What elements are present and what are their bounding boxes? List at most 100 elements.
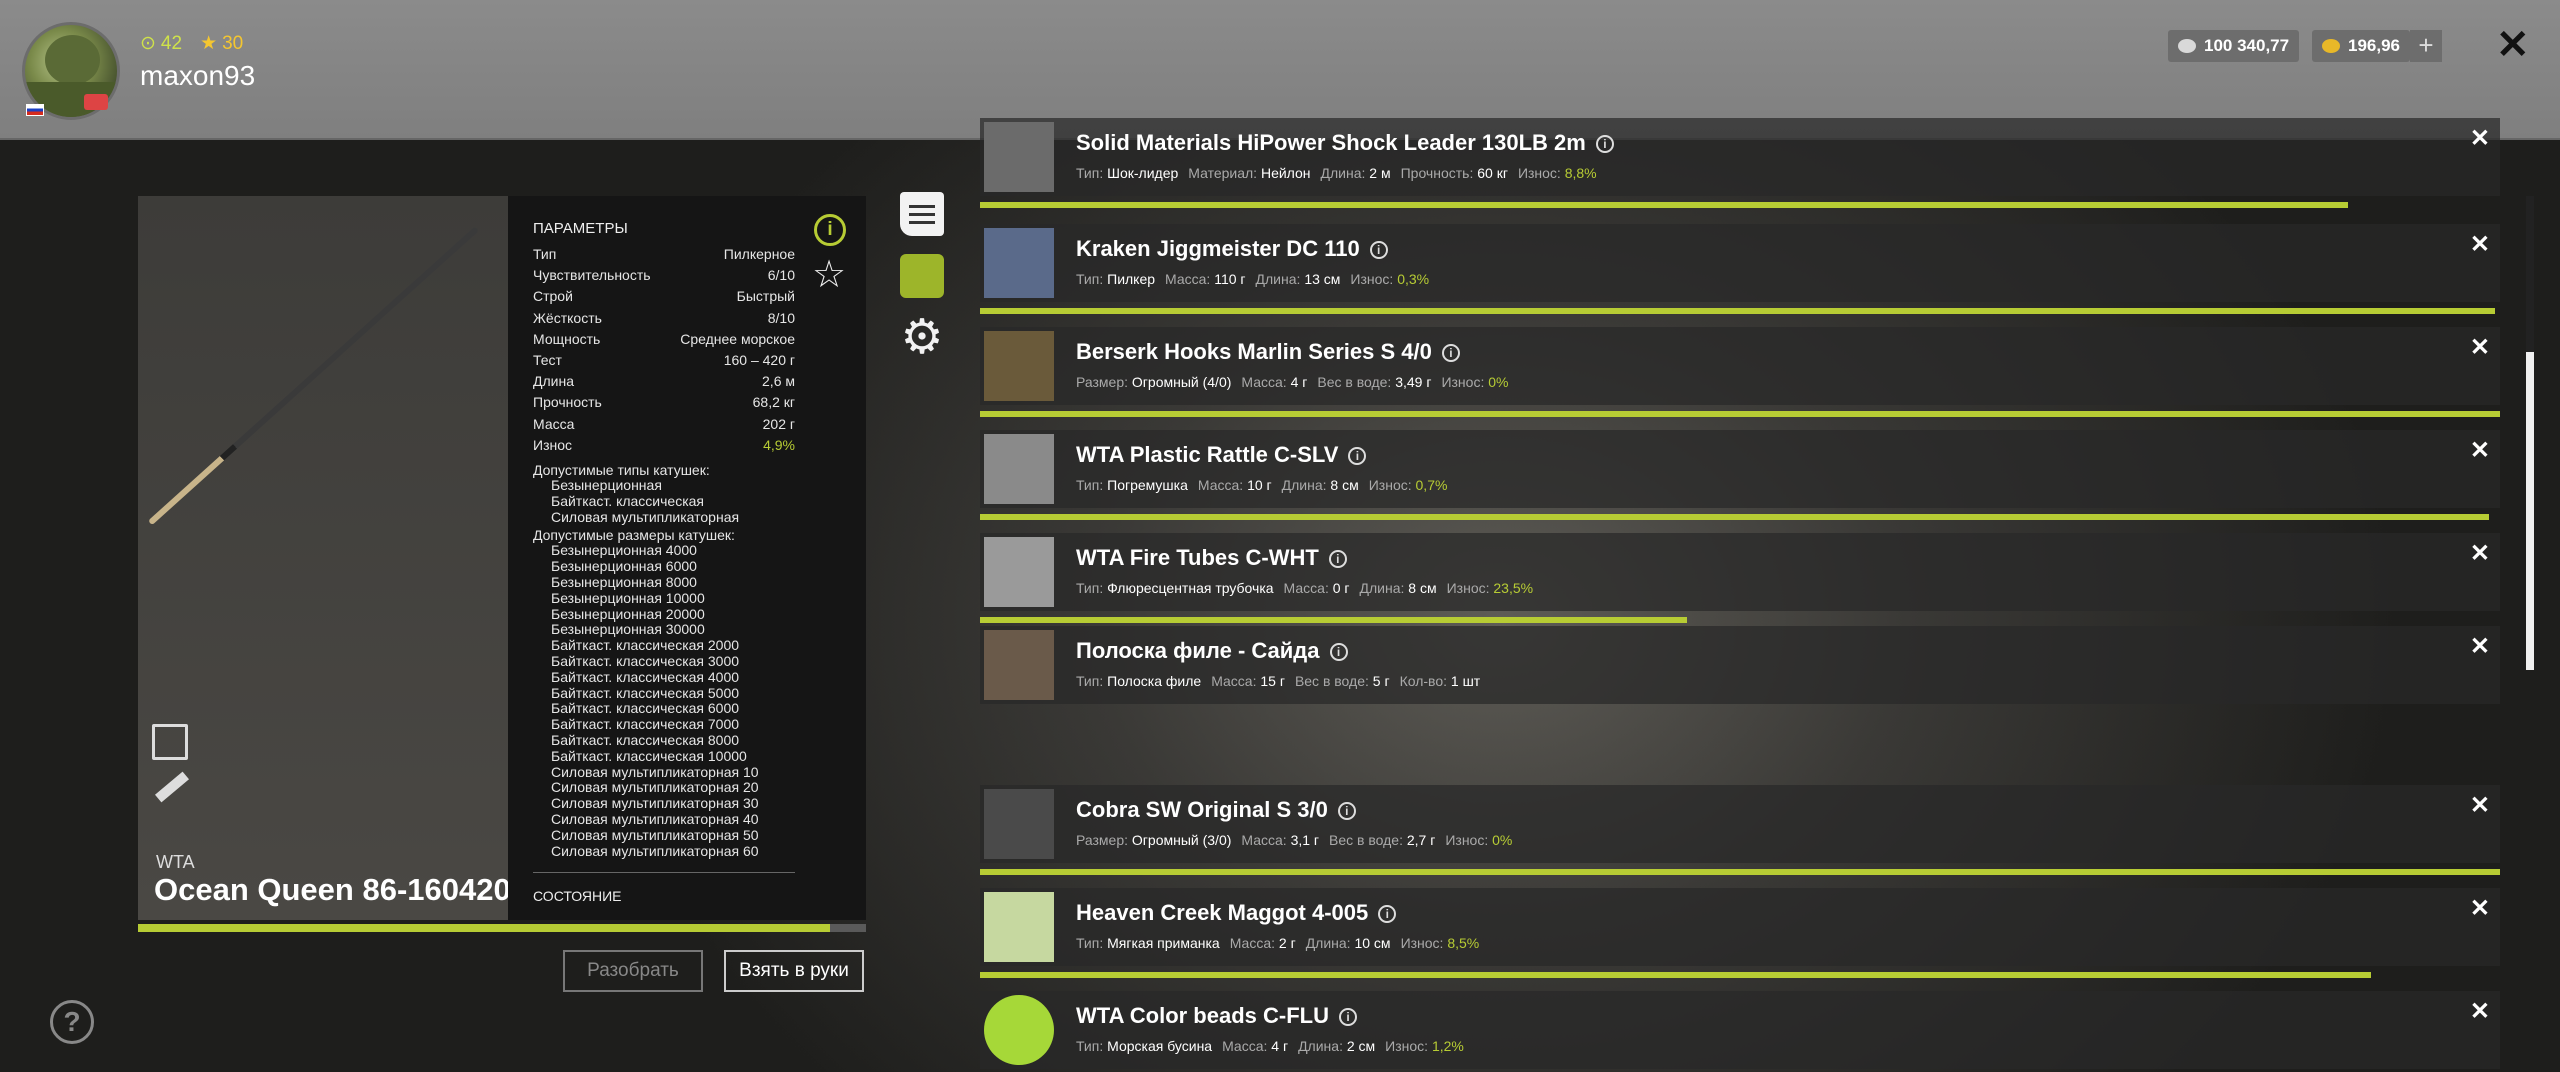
item-thumbnail (984, 995, 1054, 1065)
property-label: Износ: (1385, 1038, 1429, 1054)
help-icon[interactable]: ? (50, 1000, 94, 1044)
item-properties: Размер: Огромный (4/0) Масса: 4 г Вес в во… (1076, 374, 1518, 390)
param-label: Строй (533, 288, 573, 305)
property-value: Огромный (3/0) (1131, 832, 1232, 848)
gear-icon[interactable]: ⚙ (900, 314, 944, 362)
item-thumbnail (984, 228, 1054, 298)
document-icon[interactable] (900, 192, 944, 236)
param-label: Масса (533, 415, 575, 432)
scrollbar[interactable] (2526, 196, 2534, 670)
property-value: Флюресцентная трубочка (1107, 580, 1274, 596)
info-icon[interactable]: i (1328, 550, 1347, 569)
info-icon[interactable]: i (1441, 344, 1460, 363)
expand-icon[interactable] (152, 724, 188, 760)
item-properties: Тип: Флюресцентная трубочка Масса: 0 г Дли… (1076, 580, 1543, 596)
param-value: 68,2 кг (752, 394, 795, 411)
param-label: Износ (533, 436, 572, 453)
item-wear-bar (980, 972, 2500, 978)
property-label: Кол-во: (1399, 673, 1447, 689)
remove-item-icon[interactable]: ✕ (2470, 230, 2490, 259)
item-thumbnail (984, 434, 1054, 504)
item-name: Kraken Jiggmeister DC 110 i (1076, 236, 1388, 262)
tackle-item[interactable]: Solid Materials HiPower Shock Leader 130… (980, 118, 2500, 196)
info-icon[interactable]: i (1348, 447, 1367, 466)
item-thumbnail (984, 892, 1054, 962)
info-icon[interactable]: i (1337, 802, 1356, 821)
param-row: Жёсткость 8/10 (533, 310, 795, 326)
property-value: 0,3% (1397, 271, 1430, 287)
tackle-item[interactable]: WTA Fire Tubes C-WHT i Тип: Флюресцентная … (980, 533, 2500, 611)
property-label: Масса: (1283, 580, 1329, 596)
property-value: 23,5% (1493, 580, 1534, 596)
param-row: Чувствительность 6/10 (533, 267, 795, 283)
tackle-item[interactable]: Полоска филе - Сайда i Тип: Полоска филе Ма… (980, 626, 2500, 704)
item-name: WTA Color beads C-FLU i (1076, 1003, 1357, 1029)
tackle-item[interactable]: WTA Plastic Rattle C-SLV i Тип: Погремушка… (980, 430, 2500, 508)
property-label: Материал: (1188, 165, 1258, 181)
item-name: Heaven Creek Maggot 4-005 i (1076, 900, 1397, 926)
tackle-item[interactable]: Heaven Creek Maggot 4-005 i Тип: Мягкая пр… (980, 888, 2500, 966)
property-value: 4 г (1290, 374, 1308, 390)
property-label: Масса: (1211, 673, 1257, 689)
reel-size-item: Байткаст. классическая 7000 (551, 716, 740, 733)
item-wear-bar (980, 514, 2500, 520)
item-wear-fill (980, 202, 2348, 208)
property-label: Длина: (1298, 1038, 1343, 1054)
rod-preview[interactable] (138, 196, 508, 920)
param-row: Масса 202 г (533, 416, 795, 432)
property-label: Тип: (1076, 935, 1104, 951)
reel-size-item: Безынерционная 6000 (551, 558, 697, 575)
rod-wear-bar (138, 924, 866, 932)
reel-size-item: Силовая мультипликаторная 10 (551, 763, 759, 780)
remove-item-icon[interactable]: ✕ (2470, 124, 2490, 153)
add-currency-button[interactable]: + (2410, 30, 2442, 62)
badge-icon (84, 94, 108, 110)
reel-sizes-label: Допустимые размеры катушек: (533, 527, 735, 544)
item-thumbnail (984, 630, 1054, 700)
property-label: Масса: (1241, 832, 1287, 848)
info-icon[interactable]: i (1338, 1008, 1357, 1027)
tackle-item[interactable]: WTA Color beads C-FLU i Тип: Морская бусин… (980, 991, 2500, 1069)
param-value: 8/10 (767, 309, 795, 326)
property-label: Износ: (1446, 580, 1490, 596)
parameters-title: ПАРАМЕТРЫ (533, 220, 628, 237)
reel-size-item: Безынерционная 30000 (551, 621, 705, 638)
reel-size-item: Безынерционная 4000 (551, 542, 697, 559)
silver-value: 100 340,77 (2204, 36, 2290, 55)
param-label: Тип (533, 246, 557, 262)
info-icon[interactable]: i (814, 214, 846, 246)
scrollbar-thumb[interactable] (2526, 352, 2534, 670)
property-value: Погремушка (1107, 477, 1188, 493)
info-icon[interactable]: i (1595, 135, 1614, 154)
item-wear-fill (980, 308, 2496, 314)
info-icon[interactable]: i (1369, 241, 1388, 260)
reel-size-item: Силовая мультипликаторная 50 (551, 826, 759, 843)
property-label: Масса: (1229, 935, 1275, 951)
puzzle-icon[interactable] (900, 254, 944, 298)
disassemble-button[interactable]: Разобрать (563, 950, 703, 992)
item-wear-bar (980, 869, 2500, 875)
tackle-item[interactable]: Kraken Jiggmeister DC 110 i Тип: Пилкер Мас… (980, 224, 2500, 302)
remove-item-icon[interactable]: ✕ (2470, 894, 2490, 923)
info-icon[interactable]: i (1329, 643, 1348, 662)
remove-item-icon[interactable]: ✕ (2470, 997, 2490, 1026)
close-icon[interactable]: ✕ (2496, 22, 2530, 68)
reel-type-item: Безынерционная (551, 477, 662, 493)
remove-item-icon[interactable]: ✕ (2470, 632, 2490, 661)
property-value: 0,7% (1415, 477, 1448, 493)
remove-item-icon[interactable]: ✕ (2470, 333, 2490, 362)
tackle-item[interactable]: Cobra SW Original S 3/0 i Размер: Огромный… (980, 785, 2500, 863)
take-in-hands-button[interactable]: Взять в руки (724, 950, 864, 992)
gold-balance: 196,96 (2312, 30, 2410, 62)
level-icon: ⊙ (140, 33, 156, 54)
favorite-star-icon[interactable]: ☆ (812, 252, 846, 297)
item-name-text: WTA Plastic Rattle C-SLV (1076, 442, 1339, 467)
rod-wear-fill (138, 924, 831, 932)
remove-item-icon[interactable]: ✕ (2470, 791, 2490, 820)
item-name-text: Kraken Jiggmeister DC 110 (1076, 236, 1360, 261)
property-label: Износ: (1517, 165, 1561, 181)
tackle-item[interactable]: Berserk Hooks Marlin Series S 4/0 i Размер… (980, 327, 2500, 405)
info-icon[interactable]: i (1378, 905, 1397, 924)
remove-item-icon[interactable]: ✕ (2470, 539, 2490, 568)
remove-item-icon[interactable]: ✕ (2470, 436, 2490, 465)
